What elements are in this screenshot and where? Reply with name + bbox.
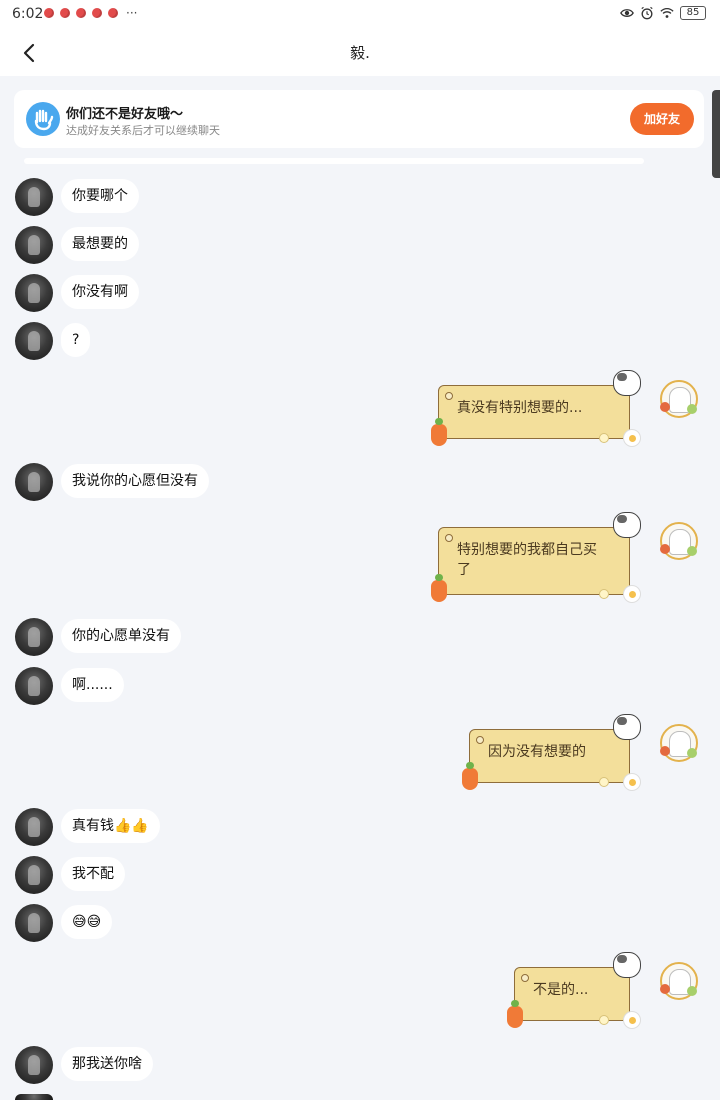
contact-avatar[interactable] [15, 274, 53, 312]
contact-avatar[interactable] [15, 226, 53, 264]
my-avatar[interactable] [660, 724, 698, 762]
outgoing-message-bubble[interactable]: 特别想要的我都自己买了 [431, 512, 641, 603]
outgoing-message-text: 因为没有想要的 [488, 744, 586, 760]
my-avatar[interactable] [660, 522, 698, 560]
contact-avatar[interactable] [15, 1046, 53, 1084]
side-panel-handle[interactable] [712, 90, 720, 178]
cat-sticker-icon [613, 714, 641, 740]
outgoing-message-bubble[interactable]: 真没有特别想要的... [431, 370, 641, 447]
banner-title: 你们还不是好友哦～ [66, 107, 184, 122]
incoming-message-bubble[interactable]: 我不配 [61, 857, 125, 891]
cat-sticker-icon [613, 952, 641, 978]
notification-icons: ··· [44, 6, 138, 20]
contact-avatar[interactable] [15, 856, 53, 894]
contact-avatar[interactable] [15, 178, 53, 216]
flower-sticker-icon [599, 433, 609, 443]
app-notification-icon [44, 8, 54, 18]
egg-sticker-icon [623, 773, 641, 791]
my-avatar[interactable] [660, 962, 698, 1000]
carrot-sticker-icon [462, 762, 478, 790]
incoming-message-bubble[interactable]: 那我送你啥 [61, 1047, 153, 1081]
add-friend-button[interactable]: 加好友 [630, 103, 694, 135]
my-avatar[interactable] [660, 380, 698, 418]
outgoing-message-bubble[interactable]: 因为没有想要的 [462, 714, 641, 791]
contact-avatar[interactable] [15, 1094, 53, 1100]
flower-sticker-icon [599, 777, 609, 787]
not-friends-banner: 你们还不是好友哦～ 达成好友关系后才可以继续聊天 加好友 [14, 90, 704, 148]
outgoing-message-bubble[interactable]: 不是的... [507, 952, 641, 1029]
status-bar: 6:02 ··· 85 [0, 0, 720, 30]
incoming-message-bubble[interactable]: ? [61, 323, 91, 357]
app-notification-icon [60, 8, 70, 18]
egg-sticker-icon [623, 429, 641, 447]
flower-sticker-icon [599, 589, 609, 599]
incoming-message-bubble[interactable]: 我说你的心愿但没有 [61, 464, 209, 498]
wave-hand-icon [26, 102, 60, 136]
incoming-message-bubble[interactable]: 最想要的 [61, 227, 139, 261]
cat-sticker-icon [613, 512, 641, 538]
pin-icon [445, 392, 453, 400]
banner-divider [24, 158, 644, 164]
outgoing-message-text: 不是的... [533, 982, 589, 998]
battery-indicator: 85 [680, 6, 706, 20]
contact-avatar[interactable] [15, 667, 53, 705]
pin-icon [521, 974, 529, 982]
wifi-icon [660, 7, 674, 18]
egg-sticker-icon [623, 585, 641, 603]
contact-avatar[interactable] [15, 808, 53, 846]
alarm-icon [641, 6, 653, 20]
eye-icon [620, 9, 634, 17]
chat-header: 毅. [0, 30, 720, 76]
incoming-message-bubble[interactable]: 你的心愿单没有 [61, 619, 181, 653]
outgoing-message-text: 特别想要的我都自己买了 [457, 542, 597, 578]
status-time: 6:02 [12, 6, 44, 22]
outgoing-message-text: 真没有特别想要的... [457, 400, 583, 416]
carrot-sticker-icon [507, 1000, 523, 1028]
carrot-sticker-icon [431, 574, 447, 602]
incoming-message-bubble[interactable]: 你没有啊 [61, 275, 139, 309]
app-notification-icon [76, 8, 86, 18]
incoming-message-bubble[interactable]: 真有钱👍👍 [61, 809, 160, 843]
app-notification-icon [92, 8, 102, 18]
status-icons: 85 [620, 6, 706, 20]
contact-avatar[interactable] [15, 463, 53, 501]
pin-icon [476, 736, 484, 744]
incoming-message-bubble[interactable]: 😅😅 [61, 905, 113, 939]
banner-subtitle: 达成好友关系后才可以继续聊天 [66, 124, 220, 137]
chat-title: 毅. [350, 44, 370, 62]
cat-sticker-icon [613, 370, 641, 396]
contact-avatar[interactable] [15, 322, 53, 360]
pin-icon [445, 534, 453, 542]
flower-sticker-icon [599, 1015, 609, 1025]
egg-sticker-icon [623, 1011, 641, 1029]
incoming-message-bubble[interactable]: 你要哪个 [61, 179, 139, 213]
incoming-message-bubble[interactable]: 啊...... [61, 668, 124, 702]
carrot-sticker-icon [431, 418, 447, 446]
more-notifications-indicator: ··· [126, 6, 138, 20]
app-notification-icon [108, 8, 118, 18]
contact-avatar[interactable] [15, 618, 53, 656]
contact-avatar[interactable] [15, 904, 53, 942]
